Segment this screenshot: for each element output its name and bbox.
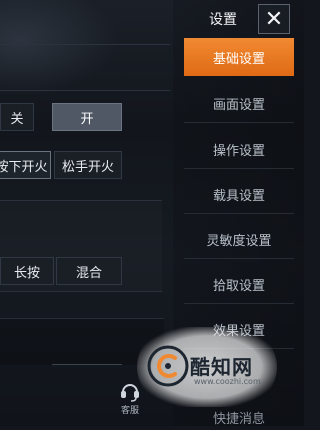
coozhi-logo-icon <box>147 345 189 387</box>
menu-item-graphics[interactable]: 画面设置 <box>184 84 294 123</box>
close-button[interactable]: ✕ <box>258 4 290 34</box>
menu-item-basic[interactable]: 基础设置 <box>184 38 294 76</box>
slider-track <box>52 364 122 365</box>
menu-item-label: 画面设置 <box>212 97 265 113</box>
fire-on-release-button[interactable]: 松手开火 <box>54 151 122 179</box>
fire-on-press-button[interactable]: 按下开火 <box>0 151 51 179</box>
customer-service-label: 客服 <box>120 406 139 416</box>
watermark-url: www.coozhi.com <box>194 377 261 386</box>
menu-item-label: 快捷消息 <box>212 412 265 427</box>
watermark-name: 酷知网 <box>190 355 253 379</box>
menu-item-label: 灵敏度设置 <box>206 233 272 249</box>
menu-item-pickup[interactable]: 拾取设置 <box>184 265 294 304</box>
close-icon: ✕ <box>264 6 284 32</box>
mixed-button[interactable]: 混合 <box>56 257 122 285</box>
menu-item-label: 基础设置 <box>212 51 265 67</box>
menu-item-vehicle[interactable]: 载具设置 <box>184 175 294 214</box>
menu-item-sensitivity[interactable]: 灵敏度设置 <box>184 220 294 259</box>
menu-item-quick-message[interactable]: 快捷消息 <box>184 408 294 430</box>
menu-item-controls[interactable]: 操作设置 <box>184 130 294 169</box>
headset-icon <box>121 384 139 402</box>
menu-item-label: 载具设置 <box>212 188 265 204</box>
menu-item-label: 拾取设置 <box>212 278 265 294</box>
toggle-off-button[interactable]: 关 <box>0 103 34 131</box>
hold-button[interactable]: 长按 <box>0 257 54 285</box>
menu-item-label: 操作设置 <box>212 143 265 159</box>
divider <box>0 44 170 45</box>
page-title: 设置 <box>209 12 237 28</box>
toggle-on-button[interactable]: 开 <box>52 103 122 131</box>
divider <box>0 90 170 91</box>
